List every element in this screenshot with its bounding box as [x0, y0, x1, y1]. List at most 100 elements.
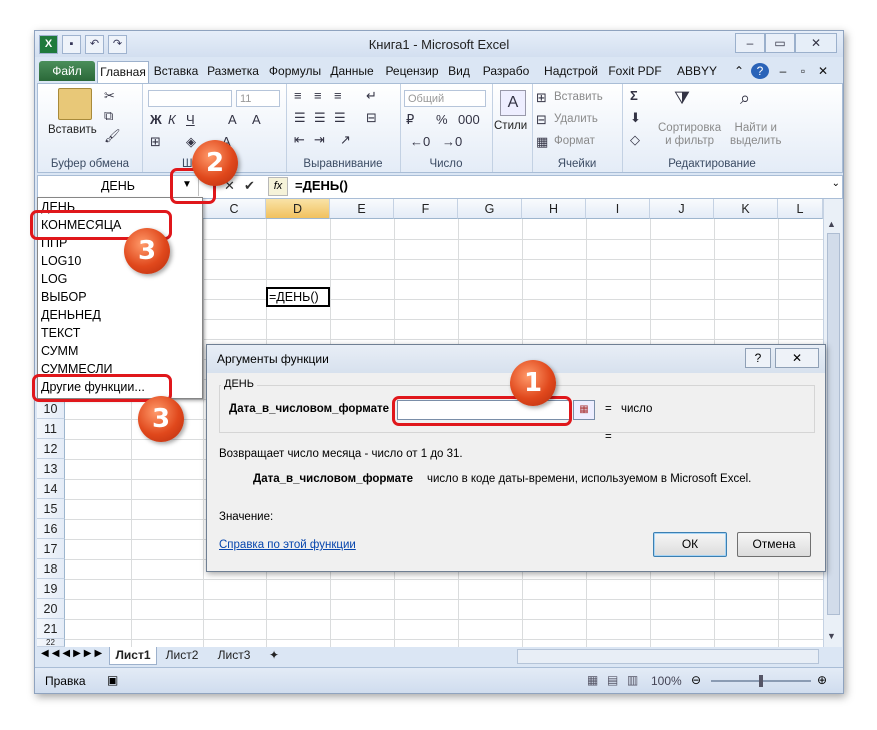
scroll-down-icon[interactable]: ▼: [827, 631, 836, 641]
view-pagebreak-icon[interactable]: ▥: [627, 673, 638, 687]
formula-input[interactable]: =ДЕНЬ(): [295, 178, 348, 193]
minimize-button[interactable]: ‒: [735, 33, 765, 53]
row-header[interactable]: 13: [37, 459, 65, 479]
row-header[interactable]: 20: [37, 599, 65, 619]
autosum-icon[interactable]: Σ: [630, 88, 638, 103]
column-header[interactable]: I: [586, 199, 650, 219]
row-header[interactable]: 15: [37, 499, 65, 519]
dialog-help-button[interactable]: ?: [745, 348, 771, 368]
tab-developer[interactable]: Разрабо: [477, 61, 535, 81]
fill-color-icon[interactable]: ◈: [186, 134, 196, 150]
tab-home[interactable]: Главная: [97, 61, 149, 83]
format-cells-button[interactable]: Формат: [554, 135, 595, 147]
view-normal-icon[interactable]: ▦: [587, 673, 598, 687]
paste-icon[interactable]: [58, 88, 92, 120]
enter-formula-icon[interactable]: ✔: [244, 178, 255, 194]
orientation-icon[interactable]: ↗: [340, 132, 351, 148]
expand-formula-icon[interactable]: ⌄: [832, 178, 840, 189]
align-left-icon[interactable]: ☰: [294, 110, 306, 126]
tab-addins[interactable]: Надстрой: [539, 61, 603, 81]
format-painter-icon[interactable]: 🖌: [104, 128, 121, 144]
function-item[interactable]: СУММ: [41, 342, 78, 360]
tab-foxit[interactable]: Foxit PDF: [605, 61, 665, 81]
sheet-tab[interactable]: Лист3: [211, 647, 257, 664]
tab-view[interactable]: Вид: [445, 61, 473, 81]
align-bottom-icon[interactable]: ≡: [334, 88, 342, 103]
insert-cells-button[interactable]: Вставить: [554, 91, 603, 103]
ribbon-min-icon[interactable]: ‒: [775, 61, 791, 81]
tab-layout[interactable]: Разметка: [203, 61, 263, 81]
function-item[interactable]: LOG10: [41, 252, 81, 270]
italic-icon[interactable]: К: [168, 112, 176, 127]
sheet-nav-icons[interactable]: ◀◀◀▶▶▶: [41, 648, 105, 659]
tab-review[interactable]: Рецензир: [381, 61, 443, 81]
macro-record-icon[interactable]: ▣: [107, 673, 118, 687]
restore-button[interactable]: ▭: [765, 33, 795, 53]
sheet-tab[interactable]: Лист2: [159, 647, 205, 664]
column-header[interactable]: D: [266, 199, 330, 219]
sort-filter-icon[interactable]: ⧩: [674, 88, 690, 109]
collapse-dialog-icon[interactable]: ▦: [573, 400, 595, 420]
tab-data[interactable]: Данные: [327, 61, 377, 81]
zoom-out-icon[interactable]: ⊖: [691, 673, 701, 687]
percent-icon[interactable]: %: [436, 112, 448, 127]
paste-button[interactable]: Вставить: [48, 124, 97, 136]
row-header[interactable]: 14: [37, 479, 65, 499]
help-link[interactable]: Справка по этой функции: [219, 539, 356, 551]
find-select-icon[interactable]: ⌕: [740, 88, 750, 109]
row-header[interactable]: 16: [37, 519, 65, 539]
underline-icon[interactable]: Ч: [186, 112, 195, 127]
active-cell-d4[interactable]: =ДЕНЬ(): [266, 287, 330, 307]
font-size-combo[interactable]: 11: [236, 90, 280, 107]
scroll-up-icon[interactable]: ▲: [827, 219, 836, 229]
find-select-button[interactable]: Найти и выделить: [730, 122, 782, 148]
column-header[interactable]: J: [650, 199, 714, 219]
increase-indent-icon[interactable]: ⇥: [314, 132, 325, 148]
row-header[interactable]: 12: [37, 439, 65, 459]
increase-decimal-icon[interactable]: ←0: [410, 134, 430, 149]
delete-cells-button[interactable]: Удалить: [554, 113, 598, 125]
row-header[interactable]: 11: [37, 419, 65, 439]
shrink-font-icon[interactable]: A: [252, 112, 261, 127]
comma-icon[interactable]: 000: [458, 112, 480, 127]
ribbon-restore-icon[interactable]: ▫: [795, 61, 811, 81]
horizontal-scrollbar[interactable]: [517, 649, 819, 664]
currency-icon[interactable]: ₽: [406, 112, 414, 128]
view-layout-icon[interactable]: ▤: [607, 673, 618, 687]
column-header[interactable]: G: [458, 199, 522, 219]
zoom-in-icon[interactable]: ⊕: [817, 673, 827, 687]
new-sheet-icon[interactable]: ✦: [263, 647, 285, 664]
column-header[interactable]: K: [714, 199, 778, 219]
format-cells-icon[interactable]: ▦: [536, 134, 548, 150]
tab-insert[interactable]: Вставка: [151, 61, 201, 81]
zoom-slider-thumb[interactable]: [759, 675, 763, 687]
help-icon[interactable]: ?: [751, 63, 769, 79]
styles-icon[interactable]: A: [500, 90, 526, 116]
column-header[interactable]: H: [522, 199, 586, 219]
decrease-indent-icon[interactable]: ⇤: [294, 132, 305, 148]
styles-button[interactable]: Стили: [494, 120, 527, 132]
bold-icon[interactable]: Ж: [150, 112, 162, 127]
fill-icon[interactable]: ⬇: [630, 110, 641, 126]
zoom-level[interactable]: 100%: [651, 674, 682, 688]
ribbon-close-icon[interactable]: ✕: [815, 61, 831, 81]
row-header[interactable]: 17: [37, 539, 65, 559]
row-header[interactable]: 22: [37, 639, 65, 647]
grow-font-icon[interactable]: A: [228, 112, 237, 127]
number-format-combo[interactable]: Общий: [404, 90, 486, 107]
close-window-button[interactable]: ✕: [795, 33, 837, 53]
align-right-icon[interactable]: ☰: [334, 110, 346, 126]
row-header[interactable]: 19: [37, 579, 65, 599]
row-header[interactable]: 21: [37, 619, 65, 639]
column-header[interactable]: L: [778, 199, 823, 219]
column-header[interactable]: F: [394, 199, 458, 219]
clear-icon[interactable]: ◇: [630, 132, 640, 148]
row-header[interactable]: 10: [37, 399, 65, 419]
tab-file[interactable]: Файл: [39, 61, 95, 81]
ok-button[interactable]: ОК: [653, 532, 727, 557]
tab-formulas[interactable]: Формулы: [267, 61, 323, 81]
font-name-combo[interactable]: [148, 90, 232, 107]
function-item[interactable]: ДЕНЬНЕД: [41, 306, 101, 324]
align-middle-icon[interactable]: ≡: [314, 88, 322, 103]
copy-icon[interactable]: ⧉: [104, 108, 113, 124]
